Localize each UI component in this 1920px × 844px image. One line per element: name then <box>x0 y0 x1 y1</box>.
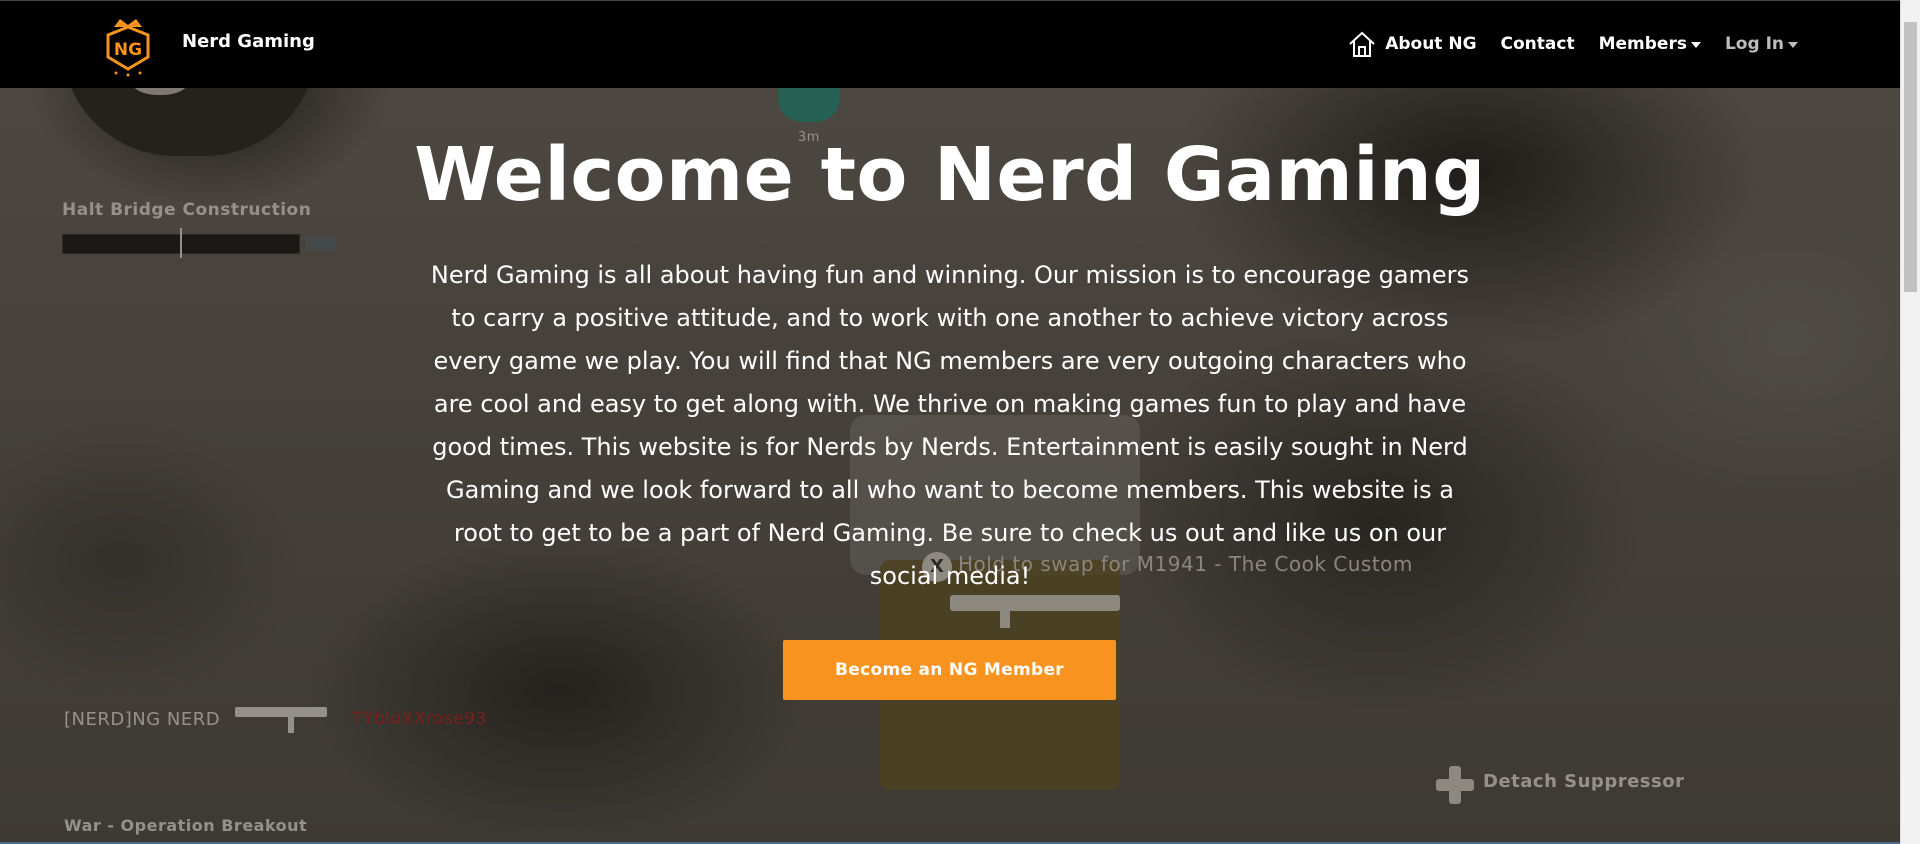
hero-description: Nerd Gaming is all about having fun and … <box>430 261 1470 590</box>
page-scrollbar[interactable] <box>1900 0 1920 844</box>
nav-contact-link[interactable]: Contact <box>1501 27 1575 61</box>
ng-logo-icon[interactable]: NG <box>104 13 152 77</box>
become-member-button[interactable]: Become an NG Member <box>783 640 1116 700</box>
hero-section: Welcome to Nerd Gaming Nerd Gaming is al… <box>0 0 1900 844</box>
nav-about-label: About NG <box>1385 34 1477 54</box>
caret-down-icon <box>1788 42 1798 48</box>
hero-title: Welcome to Nerd Gaming <box>414 132 1486 218</box>
nav-about-link[interactable]: About NG <box>1347 27 1477 61</box>
home-icon <box>1349 31 1375 57</box>
ng-crown-shield-logo-icon: NG <box>106 19 150 77</box>
nav-login-dropdown[interactable]: Log In <box>1725 27 1798 61</box>
scrollbar-thumb[interactable] <box>1904 22 1917 292</box>
page: Halt Bridge Construction 3m [NERD]NG NER… <box>0 0 1920 844</box>
nav-members-dropdown[interactable]: Members <box>1599 27 1701 61</box>
nav-login-label: Log In <box>1724 34 1784 54</box>
logo-text: NG <box>114 40 142 60</box>
nav-members-label: Members <box>1598 34 1687 54</box>
top-navbar: NG Nerd Gaming About NG Contact Members <box>0 0 1900 88</box>
brand-link[interactable]: Nerd Gaming <box>182 31 315 52</box>
caret-down-icon <box>1690 42 1701 48</box>
nav-links: About NG Contact Members Log In <box>1323 27 1798 61</box>
